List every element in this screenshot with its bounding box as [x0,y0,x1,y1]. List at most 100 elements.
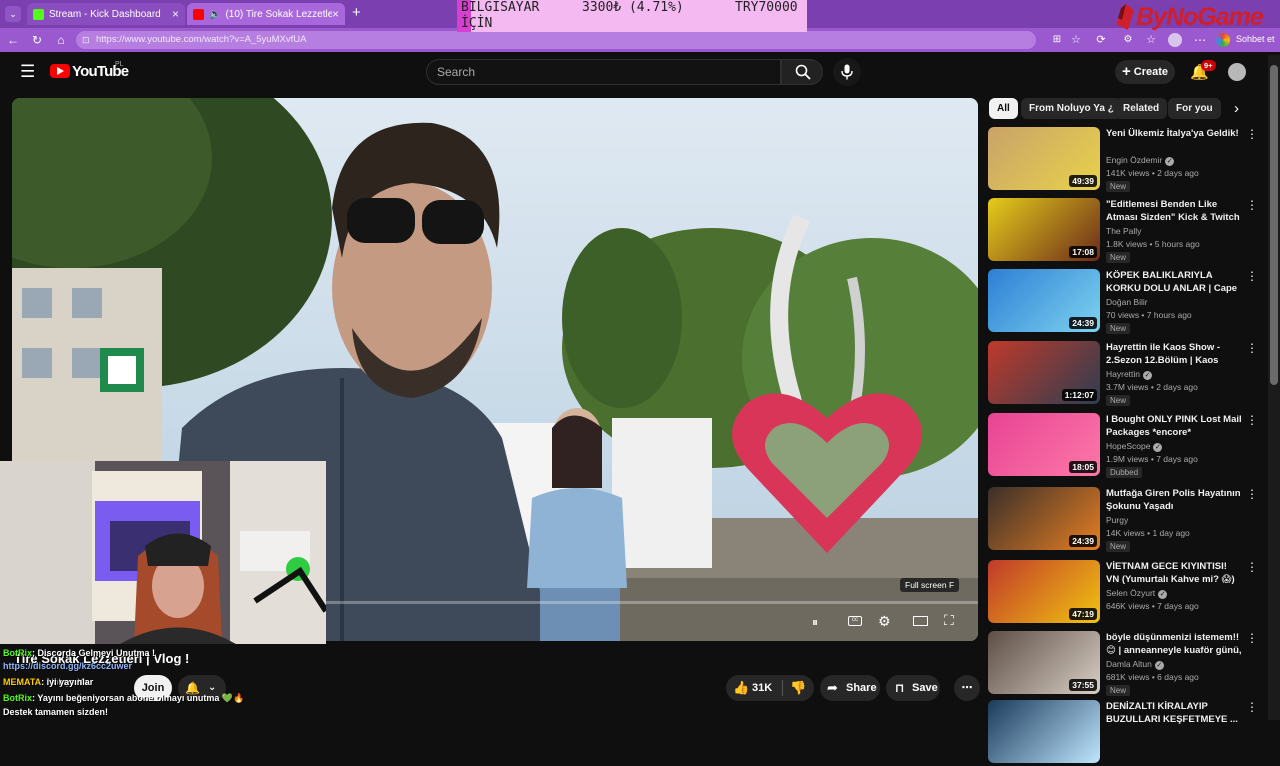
more-vert-icon[interactable]: ⋮ [1246,341,1258,355]
chip-from-channel[interactable]: From Noluyo Ya ¿ [1021,98,1122,119]
captions-icon[interactable]: cc [848,616,862,626]
recommendation-card[interactable]: 24:39 KÖPEK BALIKLARIYLA KORKU DOLU ANLAR… [988,269,1258,335]
video-thumbnail[interactable] [988,700,1100,763]
refresh-icon[interactable]: ↻ [30,33,44,47]
share-button[interactable]: ➦ Share [820,675,880,701]
like-icon[interactable]: 👍 [733,675,749,701]
more-vert-icon[interactable]: ⋮ [1246,127,1258,141]
video-thumbnail[interactable]: 37:55 [988,631,1100,694]
chip-for-you[interactable]: For you [1168,98,1221,119]
recommendation-channel[interactable]: Damla Altun ✓ [1106,659,1164,670]
recommendation-channel[interactable]: Doğan Bilir [1106,297,1148,307]
create-label: Create [1133,66,1168,78]
like-count[interactable]: 31K [752,675,772,701]
recommendation-channel[interactable]: Engin Özdemir ✓ [1106,155,1175,166]
recommendation-badge: New [1106,323,1131,334]
video-thumbnail[interactable]: 49:39 [988,127,1100,190]
more-vert-icon[interactable]: ⋮ [1246,487,1258,501]
video-thumbnail[interactable]: 24:39 [988,269,1100,332]
ticker-target: TRY70000 [735,0,798,15]
menu-icon[interactable]: ☰ [20,63,35,81]
more-vert-icon[interactable]: ⋮ [1246,413,1258,427]
recommendation-title[interactable]: "Editlemesi Benden Like Atması Sizden" K… [1106,198,1242,225]
close-tab-icon[interactable]: × [332,7,339,21]
video-thumbnail[interactable]: 17:08 [988,198,1100,261]
more-actions-button[interactable]: ⋯ [954,675,980,701]
recommendation-channel[interactable]: Purgy [1106,515,1128,525]
recommendation-badge: New [1106,541,1131,552]
recommendation-title[interactable]: Yeni Ülkemiz İtalya'ya Geldik! [1106,127,1242,140]
chat-button[interactable]: Sohbet et [1236,34,1275,44]
recommendation-channel[interactable]: The Pally [1106,226,1141,236]
kick-favicon-icon [33,8,44,20]
recommendation-channel[interactable]: HopeScope ✓ [1106,441,1163,452]
miniplayer-icon[interactable]: ⏸ [812,615,818,630]
account-avatar[interactable] [1228,63,1246,81]
url-input[interactable]: ⊡ https://www.youtube.com/watch?v=A_5yuM… [76,31,1036,49]
recommendation-card[interactable]: 24:39 Mutfağa Giren Polis Hayatının Şokun… [988,487,1258,553]
chat-link[interactable]: https://discord.gg/kz6cc2uwer [3,661,132,671]
close-tab-icon[interactable]: × [172,7,179,21]
more-vert-icon[interactable]: ⋮ [1246,700,1258,714]
recommendation-card[interactable]: 17:08 "Editlemesi Benden Like Atması Sizd… [988,198,1258,264]
fullscreen-icon[interactable]: ⛶ [944,612,954,629]
recommendation-card[interactable]: 1:12:07 Hayrettin ile Kaos Show - 2.Sezon… [988,341,1258,407]
video-thumbnail[interactable]: 18:05 [988,413,1100,476]
recommendation-card[interactable]: 47:19 VİETNAM GECE KIYINTISI! VN (Yumurta… [988,560,1258,626]
chat-text: Destek tamamen sizden! [3,707,109,717]
create-button[interactable]: + Create [1115,60,1175,84]
voice-search-button[interactable] [833,58,861,86]
chip-related[interactable]: Related [1115,98,1168,119]
search-button[interactable] [781,59,823,85]
chat-username: BotRix [3,693,32,703]
recommendation-card[interactable]: 49:39 Yeni Ülkemiz İtalya'ya Geldik! Engin… [988,127,1258,193]
video-thumbnail[interactable]: 47:19 [988,560,1100,623]
youtube-favicon-icon [193,8,204,20]
recommendation-card[interactable]: 37:55 böyle düşünmenizi istemem!! 😊 | ann… [988,631,1258,697]
video-thumbnail[interactable]: 24:39 [988,487,1100,550]
recommendation-title[interactable]: VİETNAM GECE KIYINTISI! VN (Yumurtalı Ka… [1106,560,1242,586]
tab-kick-dashboard[interactable]: Stream - Kick Dashboard × [27,3,185,25]
theater-mode-icon[interactable] [913,616,928,626]
recommendation-title[interactable]: Mutfağa Giren Polis Hayatının Şokunu Yaş… [1106,487,1242,513]
scrollbar-thumb[interactable] [1270,65,1278,385]
dislike-icon[interactable]: 👎 [790,675,806,701]
speaker-icon[interactable]: 🔈 [209,9,221,20]
recommendation-channel[interactable]: Selen Özyurt ✓ [1106,588,1168,599]
settings-icon[interactable]: ⚙ [1121,33,1135,47]
recommendation-title[interactable]: I Bought ONLY PINK Lost Mail Packages *e… [1106,413,1242,439]
scrollbar[interactable] [1268,55,1280,720]
save-button[interactable]: ⊓ Save [886,675,940,701]
chevron-right-icon[interactable]: › [1234,100,1239,117]
more-vert-icon[interactable]: ⋮ [1246,560,1258,574]
back-icon[interactable]: ← [6,33,20,47]
more-icon[interactable]: ⋯ [1193,33,1207,47]
youtube-logo-icon[interactable] [50,64,70,78]
tab-youtube-video[interactable]: 🔈 (10) Tire Sokak Lezzetleri | Vlo × [187,3,345,25]
recommendation-title[interactable]: böyle düşünmenizi istemem!! 😊 | anneanne… [1106,631,1242,658]
recommendation-title[interactable]: DENİZALTI KİRALAYIP BUZULLARI KEŞFETMEYE… [1106,700,1242,726]
new-tab-button[interactable]: + [352,4,361,21]
video-thumbnail[interactable]: 1:12:07 [988,341,1100,404]
favorites-icon[interactable]: ☆ [1144,33,1158,47]
recommendation-card[interactable]: 18:05 I Bought ONLY PINK Lost Mail Packag… [988,413,1258,479]
bookmark-star-icon[interactable]: ☆ [1069,33,1083,47]
recommendation-badge: New [1106,395,1131,406]
chip-all[interactable]: All [989,98,1018,119]
recommendation-title[interactable]: KÖPEK BALIKLARIYLA KORKU DOLU ANLAR | Ca… [1106,269,1242,296]
apps-icon[interactable]: ⊞ [1050,33,1064,47]
chat-message: https://discord.gg/kz6cc2uwer [3,661,132,671]
tab-list-icon[interactable]: ⌄ [5,6,21,22]
extension-icon[interactable]: ⟳ [1094,33,1108,47]
more-vert-icon[interactable]: ⋮ [1246,269,1258,283]
settings-gear-icon[interactable]: ⚙ [878,613,891,630]
home-icon[interactable]: ⌂ [54,33,68,47]
copilot-icon[interactable] [1216,33,1230,47]
recommendation-title[interactable]: Hayrettin ile Kaos Show - 2.Sezon 12.Böl… [1106,341,1242,368]
search-input[interactable]: Search [426,59,781,85]
more-vert-icon[interactable]: ⋮ [1246,198,1258,212]
recommendation-card[interactable]: DENİZALTI KİRALAYIP BUZULLARI KEŞFETMEYE… [988,700,1258,766]
recommendation-channel[interactable]: Hayrettin ✓ [1106,369,1153,380]
profile-avatar[interactable] [1168,33,1182,47]
more-vert-icon[interactable]: ⋮ [1246,631,1258,645]
